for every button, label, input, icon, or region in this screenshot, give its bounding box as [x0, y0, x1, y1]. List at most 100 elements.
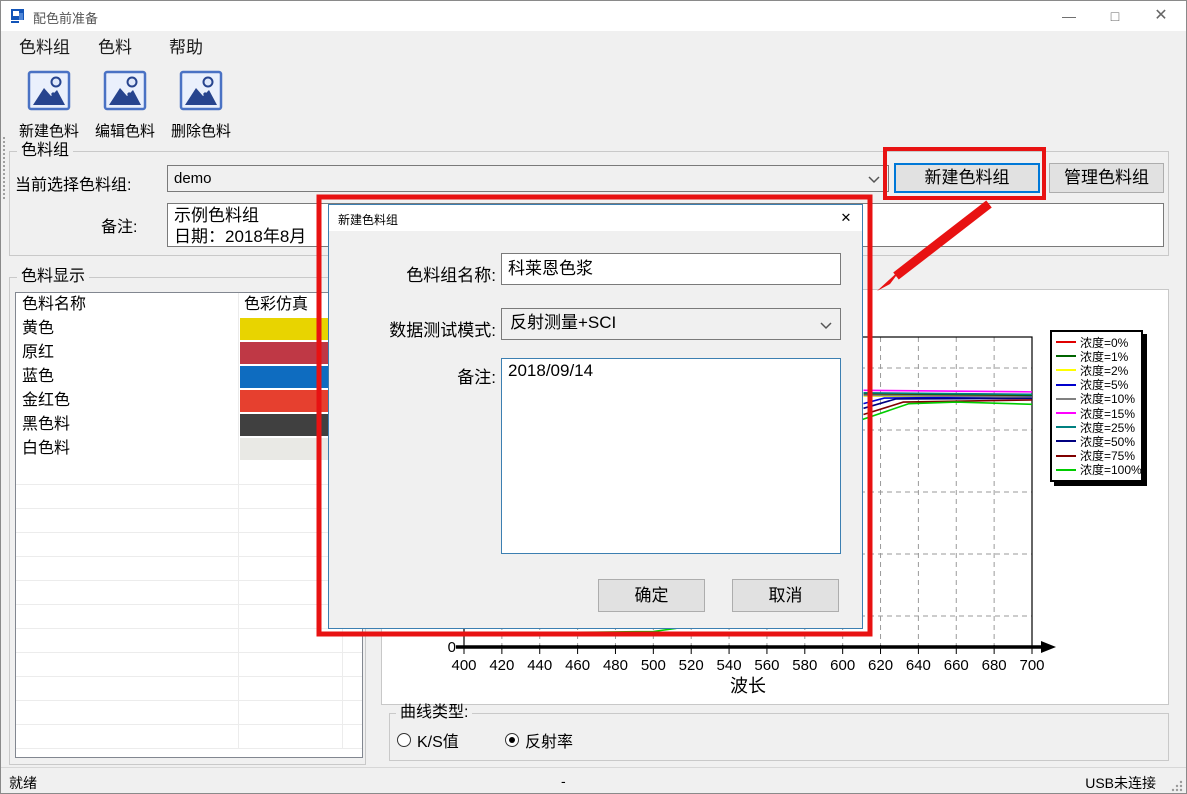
remark-label: 备注: [101, 213, 137, 237]
empty-name-cell [16, 653, 239, 677]
empty-swatch-cell [240, 701, 343, 725]
new-set-button[interactable]: 新建色料组 [894, 163, 1040, 193]
manage-set-button[interactable]: 管理色料组 [1049, 163, 1164, 193]
image-icon [178, 69, 224, 113]
table-header-row: 色料名称色彩仿真 [16, 293, 362, 317]
dialog-ok-button[interactable]: 确定 [598, 579, 705, 612]
toolbar-delete-colorant-button[interactable]: 删除色料 [163, 69, 239, 141]
dialog-close-icon[interactable]: ✕ [830, 205, 862, 231]
chevron-down-icon [820, 322, 832, 330]
table-empty-row [16, 557, 362, 581]
radio-label: 反射率 [525, 728, 573, 752]
table-row[interactable]: 原红 [16, 341, 362, 365]
close-button-icon[interactable]: ✕ [1138, 1, 1184, 31]
dialog-title-bar: 新建色料组 ✕ [329, 205, 862, 231]
dialog-remark-textarea[interactable]: 2018/09/14 [501, 358, 841, 554]
status-center: - [561, 773, 566, 789]
legend-line-swatch [1056, 355, 1076, 357]
dialog-title: 新建色料组 [338, 211, 398, 228]
empty-name-cell [16, 581, 239, 605]
legend-line-swatch [1056, 469, 1076, 471]
colorant-name-cell: 黄色 [16, 317, 239, 341]
svg-text:400: 400 [451, 657, 476, 674]
colorant-set-group-title: 色料组 [17, 143, 73, 159]
dialog-mode-combobox[interactable]: 反射测量+SCI [501, 308, 841, 340]
empty-swatch-cell [240, 653, 343, 677]
table-row[interactable]: 白色料 [16, 437, 362, 461]
radio-ks-value[interactable]: K/S值 [397, 731, 459, 749]
legend-line-swatch [1056, 341, 1076, 343]
colorant-display-group-title: 色料显示 [17, 269, 89, 285]
table-row[interactable]: 金红色 [16, 389, 362, 413]
legend-line-swatch [1056, 426, 1076, 428]
table-empty-row [16, 629, 362, 653]
app-icon [10, 8, 26, 24]
chart-legend: 浓度=0%浓度=1%浓度=2%浓度=5%浓度=10%浓度=15%浓度=25%浓度… [1050, 330, 1143, 482]
dialog-name-label: 色料组名称: [336, 261, 496, 286]
empty-name-cell [16, 725, 239, 749]
table-empty-row [16, 701, 362, 725]
svg-text:540: 540 [717, 657, 742, 674]
app-window: 配色前准备 — □ ✕ 色料组色料帮助 新建色料编辑色料删除色料 色料组 当前选… [0, 0, 1187, 794]
toolbar-new-colorant-button[interactable]: 新建色料 [11, 69, 87, 141]
empty-swatch-cell [240, 725, 343, 749]
menu-item-help[interactable]: 帮助 [163, 34, 209, 62]
legend-line-swatch [1056, 369, 1076, 371]
radio-button-icon [397, 733, 411, 747]
svg-text:660: 660 [944, 657, 969, 674]
table-empty-row [16, 533, 362, 557]
svg-text:640: 640 [906, 657, 931, 674]
legend-line-swatch [1056, 384, 1076, 386]
empty-name-cell [16, 677, 239, 701]
radio-reflectance[interactable]: 反射率 [505, 731, 573, 749]
svg-text:460: 460 [565, 657, 590, 674]
svg-text:600: 600 [830, 657, 855, 674]
toolbar-button-label: 新建色料 [11, 120, 87, 141]
dialog-cancel-button[interactable]: 取消 [732, 579, 839, 612]
annotation-arrow-head-icon [877, 268, 902, 291]
svg-text:440: 440 [527, 657, 552, 674]
legend-label: 浓度=100% [1080, 461, 1142, 478]
table-row[interactable]: 蓝色 [16, 365, 362, 389]
table-empty-row [16, 605, 362, 629]
empty-name-cell [16, 701, 239, 725]
table-row[interactable]: 黄色 [16, 317, 362, 341]
svg-text:520: 520 [679, 657, 704, 674]
image-icon [102, 69, 148, 113]
dialog-mode-label: 数据测试模式: [336, 316, 496, 341]
radio-selected-dot [509, 737, 515, 743]
table-empty-row [16, 461, 362, 485]
table-empty-row [16, 725, 362, 749]
menu-item-colorant-set[interactable]: 色料组 [13, 34, 76, 62]
minimize-button-icon[interactable]: — [1046, 1, 1092, 31]
colorant-table[interactable]: 色料名称色彩仿真黄色原红蓝色金红色黑色料白色料 [15, 292, 363, 758]
empty-swatch-cell [240, 677, 343, 701]
legend-line-swatch [1056, 440, 1076, 442]
current-set-combobox[interactable]: demo [167, 165, 889, 192]
column-header-name: 色料名称 [16, 293, 239, 317]
toolbar-button-label: 编辑色料 [87, 120, 163, 141]
current-set-label: 当前选择色料组: [15, 171, 131, 195]
colorant-name-cell: 原红 [16, 341, 239, 365]
toolbar-grip[interactable] [3, 137, 6, 199]
dialog-name-input[interactable]: 科莱恩色浆 [501, 253, 841, 285]
maximize-button-icon[interactable]: □ [1092, 1, 1138, 31]
radio-label: K/S值 [417, 728, 459, 752]
empty-name-cell [16, 485, 239, 509]
toolbar-edit-colorant-button[interactable]: 编辑色料 [87, 69, 163, 141]
table-empty-row [16, 509, 362, 533]
empty-swatch-cell [240, 629, 343, 653]
svg-text:680: 680 [982, 657, 1007, 674]
empty-name-cell [16, 509, 239, 533]
menu-item-colorant[interactable]: 色料 [92, 34, 138, 62]
svg-text:580: 580 [792, 657, 817, 674]
colorant-name-cell: 白色料 [16, 437, 239, 461]
colorant-name-cell: 黑色料 [16, 413, 239, 437]
table-row[interactable]: 黑色料 [16, 413, 362, 437]
empty-name-cell [16, 629, 239, 653]
status-usb: USB未连接 [1085, 773, 1156, 793]
empty-name-cell [16, 557, 239, 581]
resize-grip-icon[interactable] [1171, 780, 1183, 792]
radio-button-icon [505, 733, 519, 747]
svg-text:420: 420 [489, 657, 514, 674]
